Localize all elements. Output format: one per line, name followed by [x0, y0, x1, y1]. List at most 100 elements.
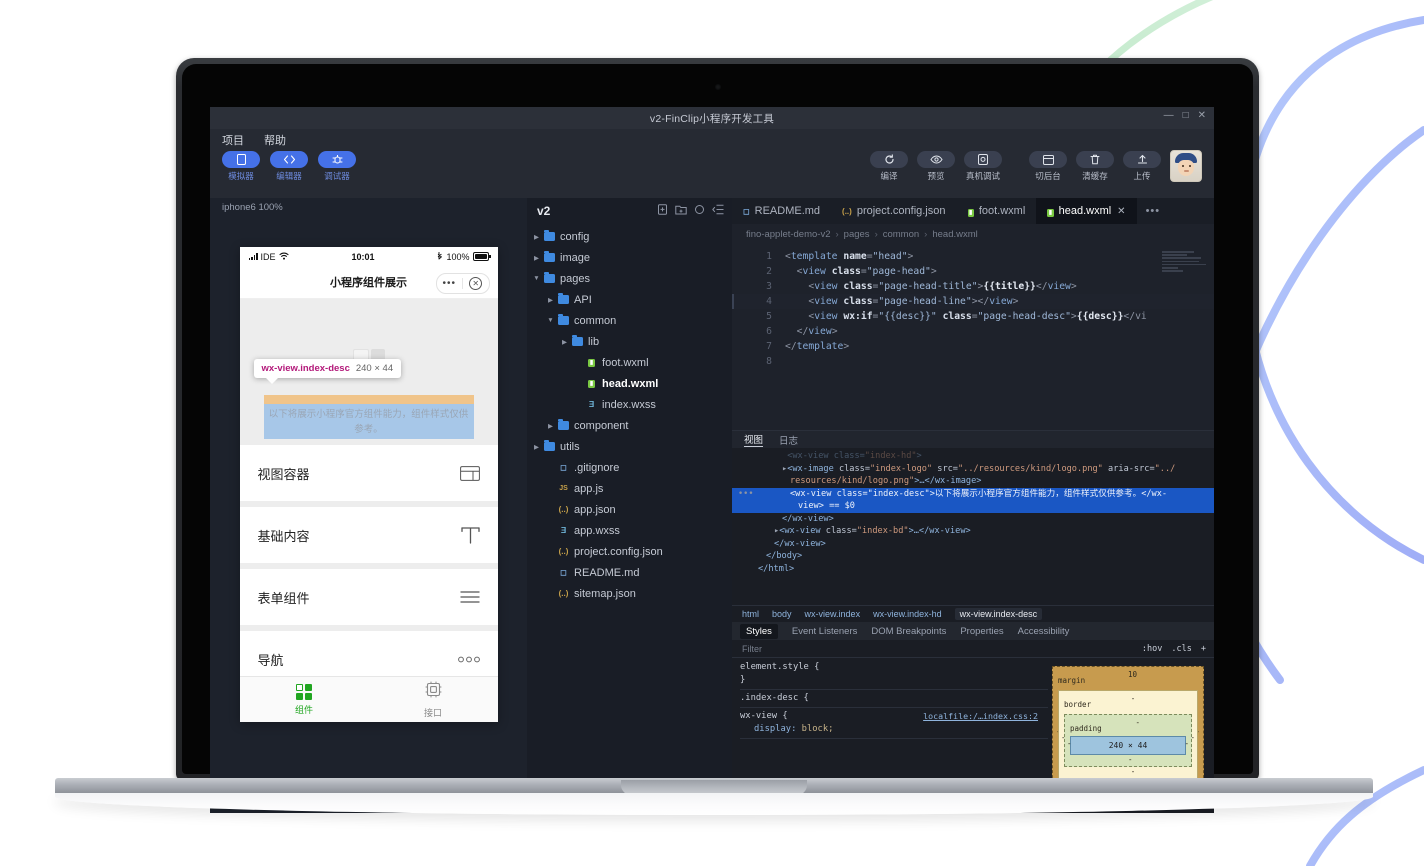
code-line[interactable]: 4 <view class="page-head-line"></view> [732, 294, 1214, 309]
tree-toggle-icon[interactable]: ▼ [545, 317, 556, 324]
tree-item-lib[interactable]: ▶ lib [527, 331, 732, 352]
editor-tabs-more-button[interactable]: ••• [1137, 198, 1170, 224]
styles-filter-toggles[interactable]: :hov .cls + [1142, 644, 1214, 654]
capsule-close-wrap[interactable]: ✕ [463, 277, 489, 290]
tree-toggle-icon[interactable]: ▶ [531, 254, 542, 262]
menu-item-help[interactable]: 帮助 [264, 132, 286, 148]
dom-node[interactable]: •••<wx-view class="index-desc">以下将展示小程序官… [732, 488, 1214, 501]
line-source[interactable]: <view class="page-head"> [785, 264, 937, 279]
tree-toggle-icon[interactable]: ▶ [559, 338, 570, 346]
line-source[interactable]: <view class="page-head-line"></view> [785, 294, 1018, 309]
line-source[interactable]: </view> [785, 324, 838, 339]
maximize-icon[interactable]: □ [1183, 111, 1189, 121]
box-model-margin[interactable]: margin 10 - - - border - - - [1052, 666, 1204, 793]
breadcrumb-item[interactable]: pages [844, 229, 870, 240]
tree-toggle-icon[interactable]: ▶ [545, 422, 556, 430]
devtools-tab[interactable]: 视图 [744, 432, 763, 447]
tree-item-app-js[interactable]: JS app.js [527, 478, 732, 499]
list-item[interactable]: 基础内容 [240, 507, 498, 563]
add-rule-button[interactable]: + [1201, 644, 1206, 654]
box-model-border-top[interactable]: - [1131, 694, 1136, 703]
new-file-icon[interactable] [657, 202, 668, 220]
line-source[interactable]: </template> [785, 339, 849, 354]
tree-item-api[interactable]: ▶ API [527, 289, 732, 310]
capsule-menu-icon[interactable]: ••• [437, 278, 463, 289]
box-model-padding-right[interactable]: - [1184, 739, 1189, 748]
toolbar-preview-button[interactable]: 预览 [917, 151, 955, 182]
dom-node[interactable]: resources/kind/logo.png">…</wx-image> [732, 475, 1214, 488]
style-selector[interactable]: element.style { [740, 661, 1048, 674]
tree-item-common[interactable]: ▼ common [527, 310, 732, 331]
tree-item-project-config-json[interactable]: (..) project.config.json [527, 541, 732, 562]
box-model-margin-top[interactable]: 10 [1128, 670, 1137, 679]
simulator-device-label[interactable]: iphone6 100% [210, 198, 527, 217]
close-icon[interactable]: ✕ [1198, 111, 1206, 121]
hov-toggle[interactable]: :hov [1142, 644, 1162, 654]
tree-item-index-wxss[interactable]: Ǝ index.wxss [527, 394, 732, 415]
list-item[interactable]: 表单组件 [240, 569, 498, 625]
editor-tab-project-config-json[interactable]: (..)project.config.json [831, 198, 956, 224]
style-rule[interactable]: element.style {} [740, 661, 1048, 690]
tabbar-item-components[interactable]: 组件 [240, 677, 369, 722]
code-editor[interactable]: 1<template name="head">2 <view class="pa… [732, 245, 1214, 430]
dom-node[interactable]: </html> [732, 563, 1214, 576]
devtools-breadcrumb[interactable]: htmlbodywx-view.indexwx-view.index-hdwx-… [732, 605, 1214, 622]
styles-panel-tab[interactable]: Event Listeners [792, 626, 857, 637]
collapse-icon[interactable] [712, 202, 724, 220]
style-selector[interactable]: .index-desc { [740, 692, 1048, 705]
wechat-capsule[interactable]: ••• ✕ [436, 273, 490, 294]
toolbar-background-button[interactable]: 切后台 [1029, 151, 1067, 182]
box-model-padding-left[interactable]: - [1067, 739, 1072, 748]
tree-item-foot-wxml[interactable]: ▮ foot.wxml [527, 352, 732, 373]
code-line[interactable]: 7</template> [732, 339, 1214, 354]
dom-node[interactable]: ▸<wx-image class="index-logo" src="../re… [732, 463, 1214, 476]
box-model-padding[interactable]: padding - - - - 240 × 44 [1064, 714, 1192, 767]
refresh-icon[interactable] [694, 202, 705, 220]
menu-item-project[interactable]: 项目 [222, 132, 244, 148]
editor-tab-head-wxml[interactable]: ▮head.wxml✕ [1036, 198, 1136, 224]
window-controls[interactable]: — □ ✕ [1164, 111, 1206, 121]
dom-breadcrumb-item[interactable]: wx-view.index [805, 609, 861, 619]
tree-item-component[interactable]: ▶ component [527, 415, 732, 436]
dom-node[interactable]: <wx-view class="index-hd"> [732, 450, 1214, 463]
toolbar-clear-cache-button[interactable]: 清缓存 [1076, 151, 1114, 182]
breadcrumb-item[interactable]: head.wxml [932, 229, 977, 240]
tree-item-sitemap-json[interactable]: (..) sitemap.json [527, 583, 732, 604]
editor-tab-foot-wxml[interactable]: ▮foot.wxml [957, 198, 1037, 224]
toolbar-device-debug-button[interactable]: 真机调试 [964, 151, 1002, 182]
devtools-top-tabs[interactable]: 视图日志 [732, 431, 1214, 448]
styles-panel-tab[interactable]: Properties [960, 626, 1003, 637]
style-value[interactable]: block; [802, 724, 834, 734]
line-source[interactable]: <view class="page-head-title">{{title}}<… [785, 279, 1077, 294]
styles-panel-tab[interactable]: Styles [740, 624, 778, 639]
tab-close-icon[interactable]: ✕ [1117, 206, 1125, 217]
line-source[interactable]: <template name="head"> [785, 249, 913, 264]
tree-item-app-json[interactable]: (..) app.json [527, 499, 732, 520]
code-line[interactable]: 1<template name="head"> [732, 249, 1214, 264]
dom-breadcrumb-item[interactable]: body [772, 609, 792, 619]
style-rule[interactable]: wx-view {localfile:/…index.css:2display:… [740, 710, 1048, 739]
code-minimap[interactable] [1162, 251, 1208, 281]
box-model-padding-top[interactable]: - [1136, 718, 1141, 727]
dom-node[interactable]: </wx-view> [732, 538, 1214, 551]
code-line[interactable]: 5 <view wx:if="{{desc}}" class="page-hea… [732, 309, 1214, 324]
style-declaration[interactable]: display: block; [740, 723, 1048, 736]
dom-breadcrumb-item[interactable]: html [742, 609, 759, 619]
toolbar-simulator-button[interactable]: 模拟器 [222, 151, 260, 182]
toolbar-compile-button[interactable]: 编译 [870, 151, 908, 182]
tree-item-config[interactable]: ▶ config [527, 226, 732, 247]
tree-item-utils[interactable]: ▶ utils [527, 436, 732, 457]
box-model-border[interactable]: border - - - - padding - - [1058, 690, 1198, 779]
user-avatar[interactable] [1170, 150, 1202, 182]
toolbar-editor-button[interactable]: 编辑器 [270, 151, 308, 182]
explorer-actions[interactable] [657, 202, 724, 220]
tree-toggle-icon[interactable]: ▶ [531, 443, 542, 451]
code-line[interactable]: 2 <view class="page-head"> [732, 264, 1214, 279]
new-folder-icon[interactable] [675, 202, 687, 220]
breadcrumb-item[interactable]: common [883, 229, 919, 240]
tree-toggle-icon[interactable]: ▼ [531, 275, 542, 282]
style-rule[interactable]: .index-desc {</span><div class="s-prop" … [740, 692, 1048, 708]
toolbar-debugger-button[interactable]: 调试器 [318, 151, 356, 182]
dom-breadcrumb-item[interactable]: wx-view.index-hd [873, 609, 942, 619]
tree-toggle-icon[interactable]: ▶ [545, 296, 556, 304]
